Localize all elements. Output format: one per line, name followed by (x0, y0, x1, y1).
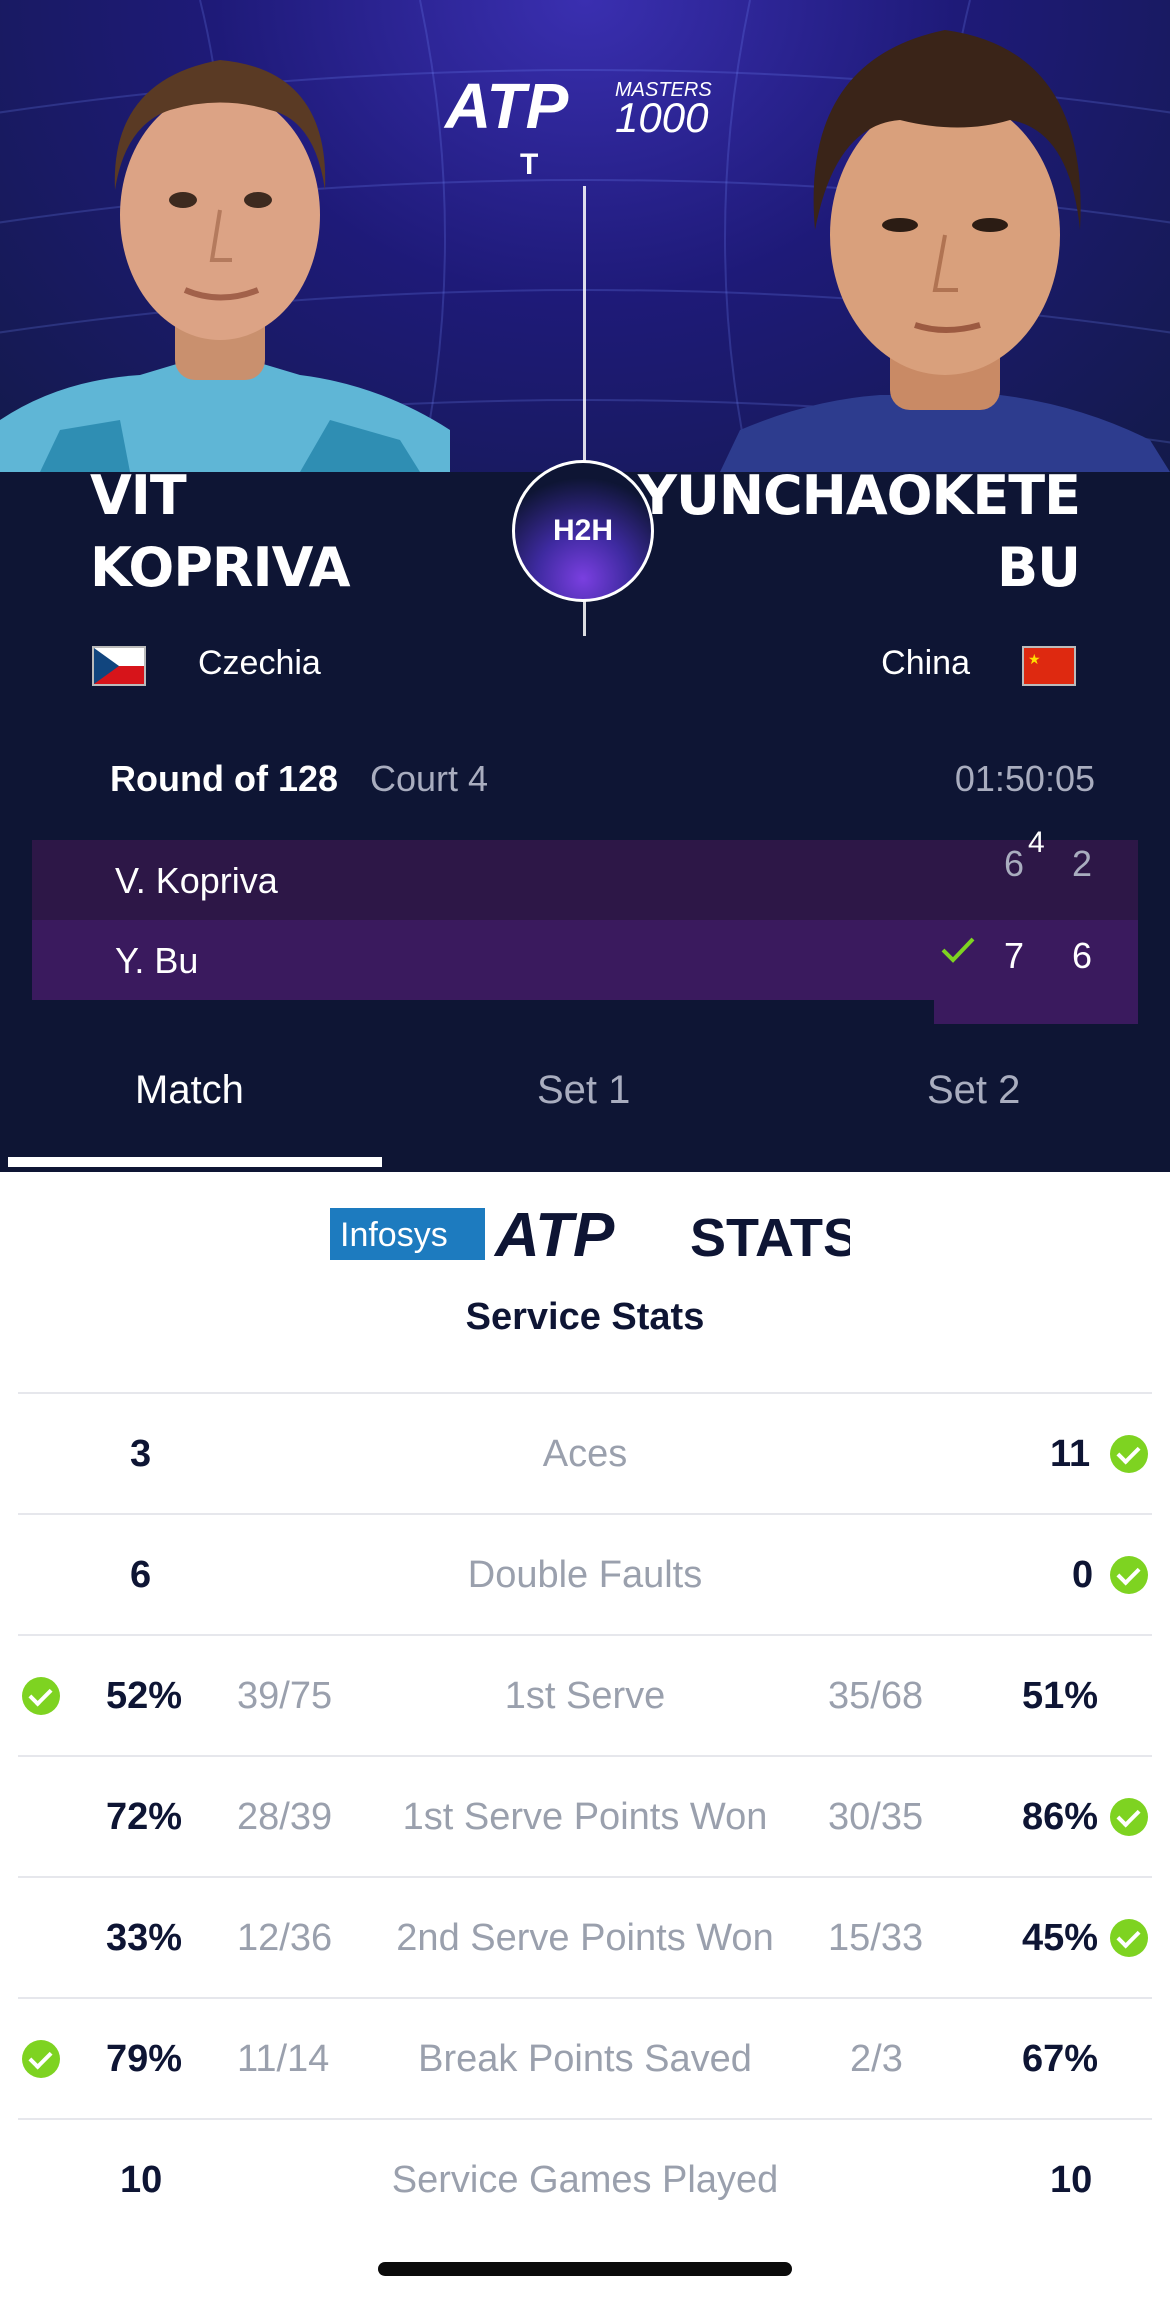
leader-check-icon (1110, 1798, 1148, 1836)
country-left: Czechia (198, 644, 321, 682)
svg-text:STATS: STATS (690, 1208, 850, 1266)
stat-right-fraction: 35/68 (828, 1675, 924, 1717)
stat-label: 1st Serve Points Won (402, 1796, 768, 1838)
leader-check-icon (1110, 1556, 1148, 1594)
tab-set-1[interactable]: Set 1 (537, 1068, 630, 1113)
score-left-set1-tiebreak: 4 (1028, 826, 1045, 859)
svg-text:ATP: ATP (493, 1201, 615, 1266)
stat-row: 10 Service Games Played 10 (18, 2118, 1152, 2240)
svg-text:ATP: ATP (443, 70, 569, 140)
player-first-name-left: VIT (90, 464, 187, 527)
set-tabs: Match Set 1 Set 2 (0, 1040, 1170, 1172)
stat-right-value: 10 (1050, 2159, 1093, 2201)
stat-right-value: 67% (1022, 2038, 1099, 2080)
stat-row: 33% 12/36 2nd Serve Points Won 15/33 45% (18, 1876, 1152, 1998)
score-player-left: V. Kopriva (115, 860, 278, 901)
stat-label: Service Games Played (391, 2159, 779, 2201)
tab-set-2[interactable]: Set 2 (927, 1068, 1020, 1113)
match-court: Court 4 (370, 758, 489, 799)
stat-row: 6 Double Faults 0 (18, 1513, 1152, 1635)
stat-right-value: 51% (1022, 1675, 1099, 1717)
svg-text:★: ★ (1028, 652, 1041, 668)
active-tab-indicator (8, 1157, 382, 1167)
stat-label: Aces (542, 1433, 628, 1475)
stat-right-fraction: 2/3 (850, 2038, 903, 2080)
stat-right-value: 0 (1072, 1554, 1094, 1596)
player-name-left[interactable]: VIT KOPRIVA (90, 460, 350, 604)
stat-row: 72% 28/39 1st Serve Points Won 30/35 86% (18, 1755, 1152, 1877)
atp-masters-logo: ATP MASTERS 1000 (0, 70, 1170, 145)
score-left-set2: 2 (1072, 843, 1093, 884)
infosys-atp-stats-logo: Infosys ATP STATS (330, 1200, 859, 1271)
leader-check-icon (1110, 1919, 1148, 1957)
stat-row: 3 Aces 11 (18, 1392, 1152, 1514)
player-last-name-right: BU (996, 536, 1081, 599)
leader-check-icon (1110, 1435, 1148, 1473)
stat-row: 79% 11/14 Break Points Saved 2/3 67% (18, 1997, 1152, 2119)
svg-text:Infosys: Infosys (340, 1216, 448, 1254)
czechia-flag-icon (92, 646, 146, 686)
stat-right-value: 11 (1050, 1433, 1091, 1475)
stat-right-fraction: 15/33 (828, 1917, 924, 1959)
stat-right-value: 45% (1022, 1917, 1099, 1959)
svg-text:1000: 1000 (615, 94, 709, 140)
stat-label: 1st Serve (504, 1675, 666, 1717)
home-indicator[interactable] (378, 2262, 792, 2276)
player-name-right[interactable]: YUNCHAOKETE BU (637, 460, 1081, 604)
player-first-name-right: YUNCHAOKETE (637, 464, 1081, 527)
score-left-set1: 6 (1004, 843, 1025, 884)
section-title: Service Stats (465, 1296, 705, 1338)
stat-right-value: 86% (1022, 1796, 1099, 1838)
country-right: China (881, 644, 970, 682)
match-duration: 01:50:05 (954, 758, 1095, 799)
score-player-right: Y. Bu (115, 940, 199, 981)
stat-label: 2nd Serve Points Won (396, 1917, 774, 1959)
score-right-set1: 7 (1004, 935, 1025, 976)
match-round: Round of 128 (110, 758, 339, 799)
tournament-subtitle: T (520, 148, 539, 181)
stat-right-fraction: 30/35 (828, 1796, 924, 1838)
china-flag-icon: ★ (1022, 646, 1076, 686)
winner-check-icon (941, 937, 975, 963)
h2h-button[interactable]: H2H (512, 460, 654, 602)
stat-label: Break Points Saved (418, 2038, 752, 2080)
stat-row: 52% 39/75 1st Serve 35/68 51% (18, 1634, 1152, 1756)
player-last-name-left: KOPRIVA (90, 536, 350, 599)
tab-match[interactable]: Match (135, 1068, 244, 1113)
score-right-set2: 6 (1072, 935, 1093, 976)
stat-label: Double Faults (467, 1554, 703, 1596)
